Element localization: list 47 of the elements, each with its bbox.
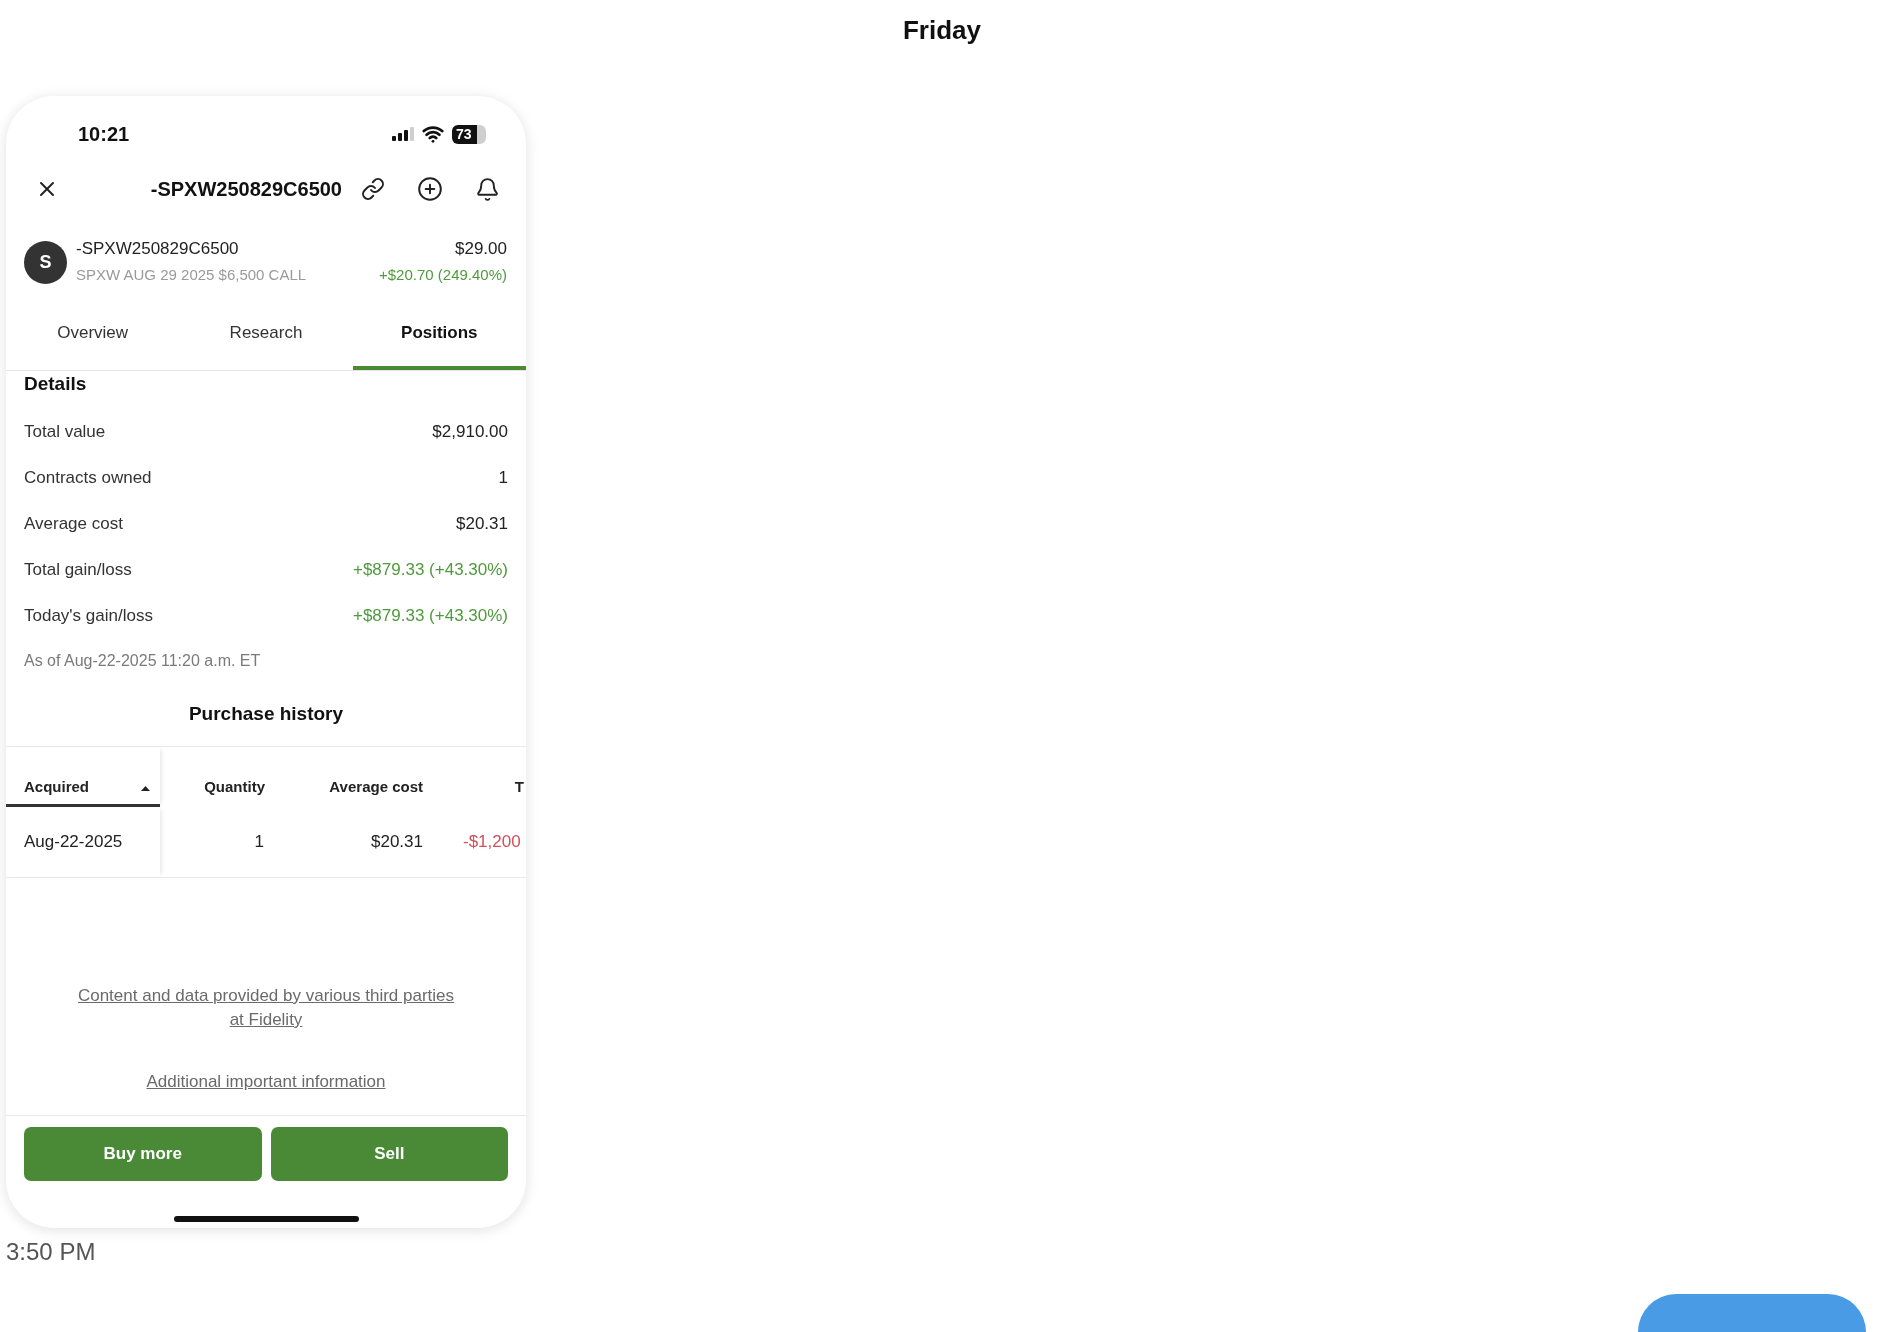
column-header[interactable]: Average cost bbox=[270, 747, 427, 807]
detail-label: Today's gain/loss bbox=[24, 605, 153, 628]
signal-icon bbox=[392, 127, 414, 141]
detail-label: Contracts owned bbox=[24, 467, 152, 490]
detail-value: $20.31 bbox=[456, 513, 508, 536]
tab[interactable]: Positions bbox=[352, 300, 526, 370]
plus-circle-icon bbox=[417, 176, 443, 202]
battery-indicator: 73 bbox=[452, 124, 486, 144]
alert-button[interactable] bbox=[474, 176, 500, 202]
detail-label: Total value bbox=[24, 421, 106, 444]
status-time: 10:21 bbox=[78, 122, 130, 147]
as-of-note: As of Aug-22-2025 11:20 a.m. ET bbox=[24, 651, 261, 671]
add-button[interactable] bbox=[417, 176, 443, 202]
message-timestamp: 3:50 PM bbox=[6, 1237, 96, 1267]
quote-price: $29.00 bbox=[455, 238, 507, 260]
detail-value: 1 bbox=[498, 467, 508, 490]
section-heading: Purchase history bbox=[188, 702, 344, 727]
nav-title: -SPXW250829C6500 bbox=[150, 177, 342, 202]
wifi-icon bbox=[422, 123, 444, 145]
action-button[interactable]: Buy more bbox=[24, 1127, 262, 1181]
link-button[interactable] bbox=[360, 176, 386, 202]
table-cell-text: $20.31 bbox=[370, 831, 424, 854]
detail-label: Total gain/loss bbox=[24, 559, 132, 582]
section-heading: Details bbox=[24, 371, 88, 396]
column-header[interactable]: Acquired bbox=[6, 747, 160, 807]
quote-change: +$20.70 (249.40%) bbox=[379, 265, 507, 285]
quote-description: SPXW AUG 29 2025 $6,500 CALL bbox=[76, 265, 307, 285]
symbol-avatar: S bbox=[24, 240, 67, 284]
day-header: Friday bbox=[903, 13, 981, 47]
table-cell-text: 1 bbox=[253, 831, 265, 854]
tab[interactable]: Research bbox=[179, 300, 353, 370]
detail-value: $2,910.00 bbox=[432, 421, 508, 444]
table-cell: Aug-22-2025 bbox=[6, 807, 160, 877]
action-button[interactable]: Sell bbox=[270, 1127, 508, 1181]
table-cell-text: -$1,200 bbox=[462, 831, 522, 854]
detail-value: +$879.33 (+43.30%) bbox=[353, 559, 508, 582]
footer-link[interactable]: Content and data provided by various third parties at Fidelity bbox=[73, 984, 459, 1032]
column-header[interactable]: T bbox=[427, 747, 526, 807]
detail-label: Average cost bbox=[24, 513, 123, 536]
detail-value: +$879.33 (+43.30%) bbox=[353, 605, 508, 628]
tab[interactable]: Overview bbox=[6, 300, 180, 370]
link-icon bbox=[361, 177, 385, 201]
bell-icon bbox=[474, 176, 500, 202]
sort-caret-icon bbox=[141, 786, 150, 791]
column-header[interactable]: Quantity bbox=[160, 747, 270, 807]
quote-symbol: -SPXW250829C6500 bbox=[76, 238, 240, 260]
footer-link[interactable]: Additional important information bbox=[73, 1070, 459, 1094]
